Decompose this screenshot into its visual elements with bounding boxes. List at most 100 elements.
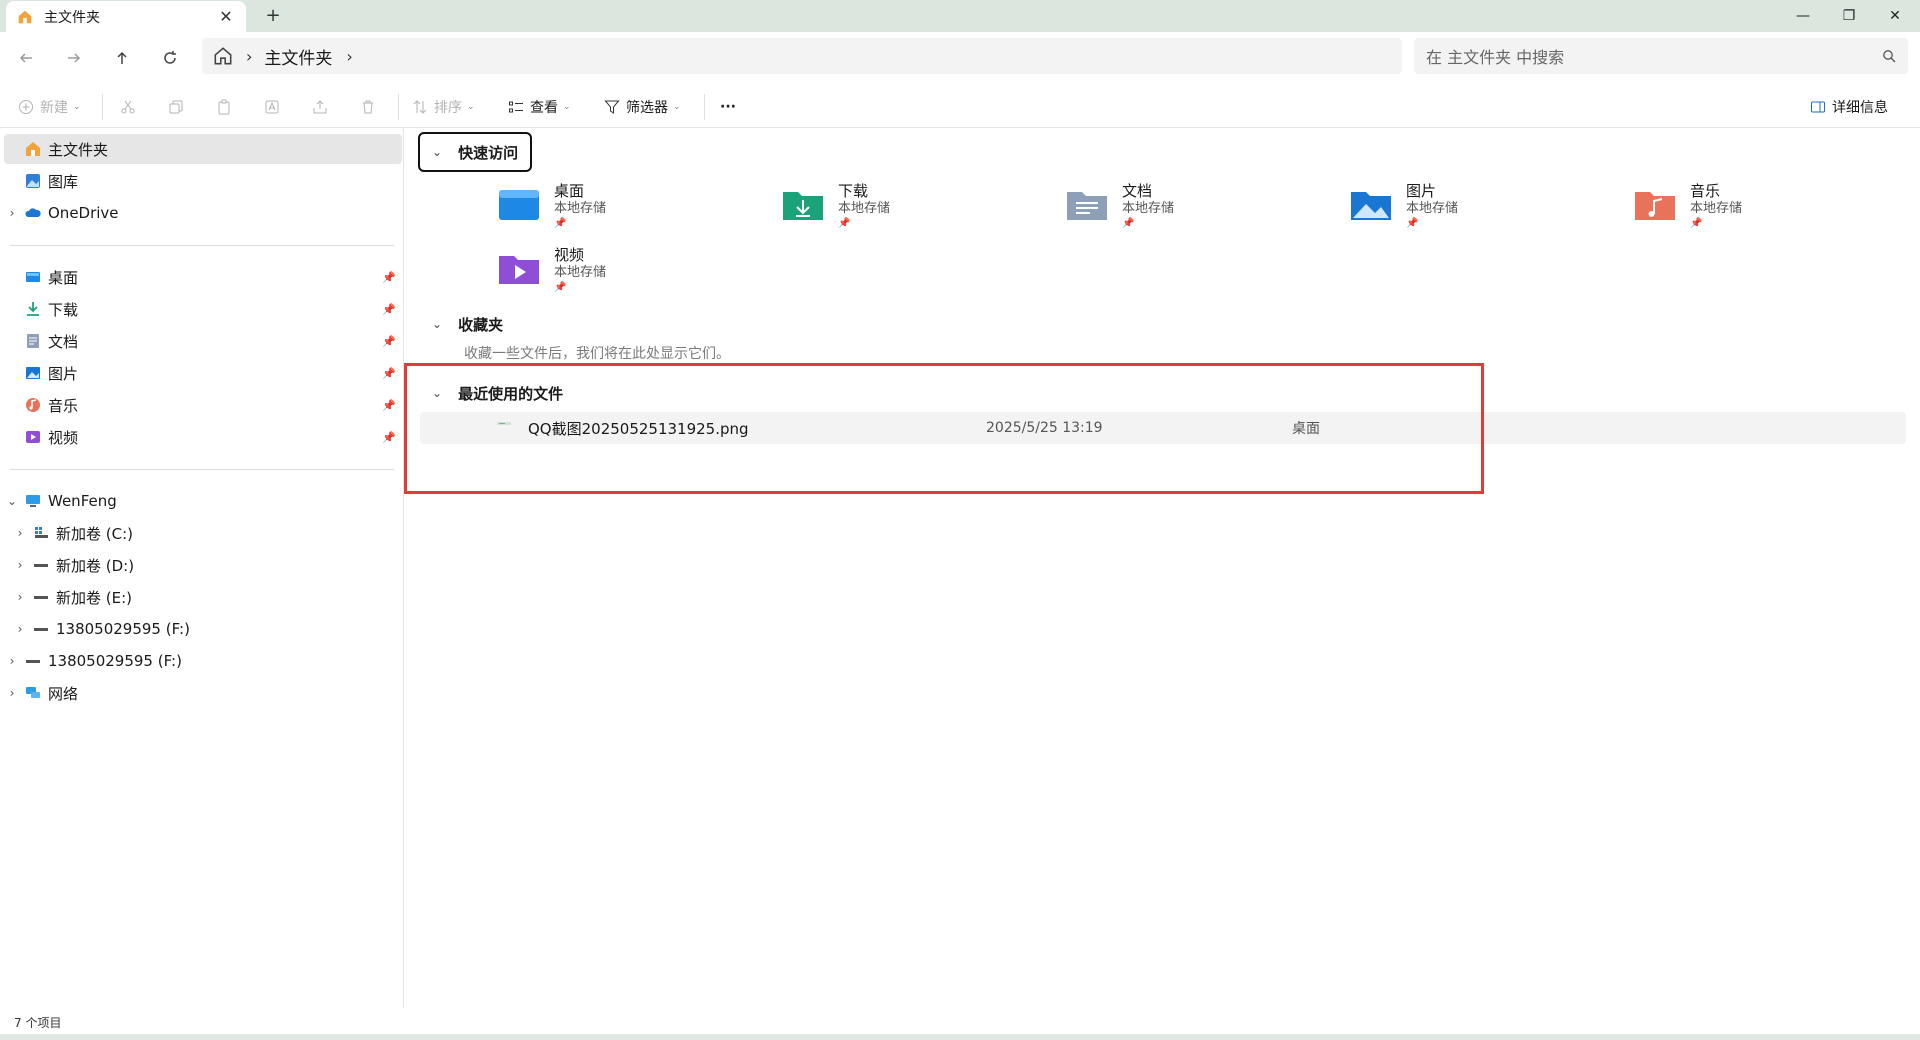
chevron-right-icon[interactable]: › <box>12 622 28 636</box>
sidebar-item-drive-c[interactable]: › 新加卷 (C:) <box>4 518 402 548</box>
view-list-icon <box>509 101 523 113</box>
sidebar-item-downloads[interactable]: 下载 📌 <box>4 294 402 324</box>
paste-button[interactable] <box>216 96 238 118</box>
chevron-down-icon: ⌄ <box>432 145 443 159</box>
chevron-right-icon[interactable]: › <box>12 526 28 540</box>
minimize-button[interactable]: — <box>1780 0 1826 32</box>
sidebar-item-label: 13805029595 (F:) <box>48 652 182 670</box>
sort-button[interactable]: 排序 ⌄ <box>412 96 475 118</box>
share-button[interactable] <box>312 96 334 118</box>
pin-icon[interactable]: 📌 <box>382 335 396 348</box>
rename-icon <box>265 100 279 114</box>
sidebar-item-documents[interactable]: 文档 📌 <box>4 326 402 356</box>
sidebar-item-this-pc[interactable]: ⌄ WenFeng <box>4 486 402 516</box>
tab-close-button[interactable]: ✕ <box>216 7 236 26</box>
forward-button[interactable] <box>60 44 88 72</box>
sidebar-item-desktop[interactable]: 桌面 📌 <box>4 262 402 292</box>
sidebar-item-removable-f[interactable]: › 13805029595 (F:) <box>4 646 402 676</box>
refresh-icon <box>164 51 176 64</box>
title-bar: 主文件夹 ✕ + — ❐ ✕ <box>0 0 1920 32</box>
favorites-header[interactable]: ⌄ 收藏夹 <box>420 304 515 344</box>
up-button[interactable] <box>108 44 136 72</box>
refresh-button[interactable] <box>156 44 184 72</box>
chevron-down-icon: ⌄ <box>563 102 571 112</box>
pin-icon[interactable]: 📌 <box>382 431 396 444</box>
sidebar-item-gallery[interactable]: 图库 <box>4 166 402 196</box>
chevron-right-icon[interactable]: › <box>12 558 28 572</box>
sidebar-item-drive-e[interactable]: › 新加卷 (E:) <box>4 582 402 612</box>
home-icon <box>18 10 32 23</box>
sidebar-item-pictures[interactable]: 图片 📌 <box>4 358 402 388</box>
address-bar[interactable]: › 主文件夹 › <box>202 38 1402 74</box>
share-icon <box>313 100 327 114</box>
back-button[interactable] <box>12 44 40 72</box>
item-subtitle: 本地存储 <box>554 201 607 216</box>
pin-icon[interactable]: 📌 <box>382 367 396 380</box>
quick-access-downloads[interactable]: 下载 本地存储 📌 <box>780 182 1030 238</box>
sort-icon <box>413 100 427 114</box>
video-folder-icon <box>499 256 539 284</box>
home-outline-icon <box>214 47 232 65</box>
sidebar-item-label: 视频 <box>48 428 79 447</box>
item-name: 图片 <box>1406 182 1437 200</box>
chevron-right-icon[interactable]: › <box>4 654 20 668</box>
quick-access-header[interactable]: ⌄ 快速访问 <box>418 132 533 172</box>
sidebar-item-home[interactable]: 主文件夹 <box>4 134 402 164</box>
quick-access-videos[interactable]: 视频 本地存储 📌 <box>496 246 746 302</box>
maximize-button[interactable]: ❐ <box>1826 0 1872 32</box>
copy-icon <box>169 100 183 114</box>
details-button[interactable]: 详细信息 <box>1810 96 1888 118</box>
tab-home[interactable]: 主文件夹 ✕ <box>6 1 246 32</box>
section-title: 快速访问 <box>458 143 519 162</box>
cloud-icon <box>25 208 41 217</box>
pin-icon[interactable]: 📌 <box>382 303 396 316</box>
chevron-right-icon[interactable]: › <box>12 590 28 604</box>
item-name: 桌面 <box>554 182 585 200</box>
new-tab-button[interactable]: + <box>262 5 284 26</box>
bottom-strip <box>0 1034 1920 1040</box>
divider <box>704 94 705 120</box>
sidebar-item-onedrive[interactable]: › OneDrive <box>4 198 402 228</box>
quick-access-desktop[interactable]: 桌面 本地存储 📌 <box>496 182 746 238</box>
sidebar-item-drive-f[interactable]: › 13805029595 (F:) <box>4 614 402 644</box>
desktop-icon <box>26 272 40 282</box>
chevron-right-icon[interactable]: › <box>4 206 20 220</box>
more-options-button[interactable]: ··· <box>720 96 736 118</box>
pin-icon[interactable]: 📌 <box>382 399 396 412</box>
breadcrumb-chevron-icon[interactable]: › <box>346 47 352 66</box>
section-title: 收藏夹 <box>458 315 504 334</box>
quick-access-music[interactable]: 音乐 本地存储 📌 <box>1632 182 1882 238</box>
sidebar-item-drive-d[interactable]: › 新加卷 (D:) <box>4 550 402 580</box>
cut-button[interactable] <box>120 96 142 118</box>
chevron-down-icon[interactable]: ⌄ <box>4 494 20 508</box>
view-button[interactable]: 查看 ⌄ <box>508 96 571 118</box>
breadcrumb-home[interactable]: 主文件夹 <box>264 44 332 69</box>
copy-button[interactable] <box>168 96 190 118</box>
rename-button[interactable] <box>264 96 286 118</box>
plus-circle-icon <box>19 100 33 114</box>
quick-access-pictures[interactable]: 图片 本地存储 📌 <box>1348 182 1598 238</box>
sidebar-item-videos[interactable]: 视频 📌 <box>4 422 402 452</box>
favorites-empty-hint: 收藏一些文件后，我们将在此处显示它们。 <box>464 346 730 362</box>
quick-access-documents[interactable]: 文档 本地存储 📌 <box>1064 182 1314 238</box>
pin-icon: 📌 <box>1406 218 1419 229</box>
delete-button[interactable] <box>360 96 382 118</box>
search-input[interactable]: 在 主文件夹 中搜索 <box>1414 38 1908 74</box>
sort-label: 排序 <box>434 100 462 116</box>
computer-icon <box>26 495 40 507</box>
sidebar-item-network[interactable]: › 网络 <box>4 678 402 708</box>
sidebar-item-label: 桌面 <box>48 268 79 287</box>
new-button[interactable]: 新建 ⌄ <box>18 96 81 118</box>
filter-button[interactable]: 筛选器 ⌄ <box>604 96 681 118</box>
drive-icon <box>34 596 48 599</box>
pictures-icon <box>26 367 40 379</box>
drive-icon <box>26 660 40 663</box>
chevron-right-icon[interactable]: › <box>4 686 20 700</box>
close-window-button[interactable]: ✕ <box>1872 0 1918 32</box>
sidebar-item-music[interactable]: 音乐 📌 <box>4 390 402 420</box>
sidebar-item-label: 13805029595 (F:) <box>56 620 190 638</box>
item-subtitle: 本地存储 <box>1406 201 1459 216</box>
sidebar-item-label: 图片 <box>48 364 79 383</box>
item-count: 7 个项目 <box>14 1016 62 1030</box>
pin-icon[interactable]: 📌 <box>382 271 396 284</box>
